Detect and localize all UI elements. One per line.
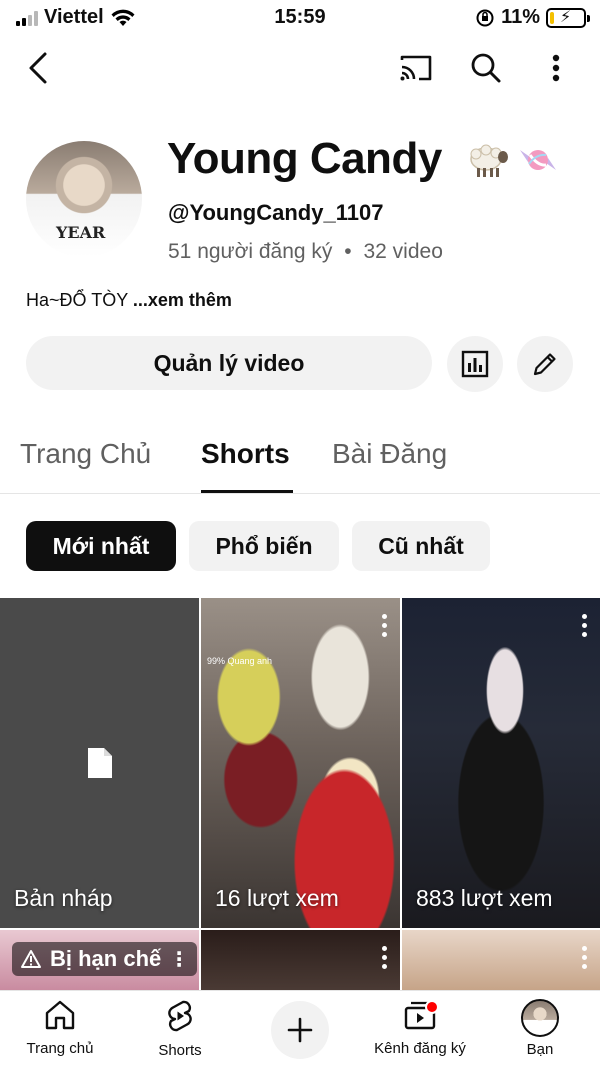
search-icon[interactable] bbox=[464, 46, 508, 90]
sheep-icon bbox=[470, 144, 508, 177]
short-views-label: 16 lượt xem bbox=[215, 885, 339, 911]
orientation-lock-icon bbox=[476, 9, 494, 26]
status-bar: Viettel 15:59 11% ⚡ bbox=[0, 0, 600, 36]
active-tab-indicator bbox=[201, 490, 293, 493]
short-tile-draft[interactable]: Bản nháp bbox=[0, 598, 199, 928]
avatar-shirt-text: YEAR bbox=[56, 223, 106, 242]
analytics-button[interactable] bbox=[447, 336, 503, 392]
description-text: Ha~ĐỔ TÒY bbox=[26, 290, 128, 310]
bottom-navigation: Trang chủ Shorts Kênh đăng ký Bạn bbox=[0, 990, 600, 1068]
nav-home-label: Trang chủ bbox=[26, 1040, 94, 1057]
short-tile[interactable]: 99% Quang anh 16 lượt xem bbox=[201, 598, 400, 928]
short-views-label: 883 lượt xem bbox=[416, 885, 553, 911]
nav-you-label: Bạn bbox=[526, 1041, 554, 1058]
nav-shorts[interactable]: Shorts bbox=[120, 999, 240, 1059]
channel-description[interactable]: Ha~ĐỔ TÒY ...xem thêm bbox=[26, 290, 232, 311]
channel-stats: 51 người đăng ký • 32 video bbox=[168, 240, 443, 264]
create-button[interactable] bbox=[271, 1001, 329, 1059]
stats-separator: • bbox=[344, 240, 352, 263]
short-menu-icon[interactable]: ⋮ bbox=[169, 947, 189, 972]
restricted-badge: Bị hạn chế ⋮ bbox=[12, 942, 198, 976]
short-tile[interactable] bbox=[402, 930, 600, 990]
nav-home[interactable]: Trang chủ bbox=[0, 999, 120, 1057]
bar-chart-icon bbox=[461, 350, 489, 378]
short-menu-icon[interactable] bbox=[382, 946, 388, 973]
tab-posts[interactable]: Bài Đăng bbox=[332, 438, 447, 470]
nav-subscriptions[interactable]: Kênh đăng ký bbox=[360, 999, 480, 1057]
channel-name: Young Candy bbox=[167, 134, 442, 183]
restricted-label: Bị hạn chế bbox=[50, 946, 162, 971]
subscriptions-icon bbox=[404, 1000, 439, 1030]
short-overlay-text: 99% Quang anh bbox=[207, 656, 273, 666]
create-icon bbox=[287, 1017, 313, 1043]
short-menu-icon[interactable] bbox=[582, 946, 588, 973]
chip-newest[interactable]: Mới nhất bbox=[26, 521, 176, 571]
notification-dot bbox=[425, 1000, 439, 1014]
short-tile[interactable]: 883 lượt xem bbox=[402, 598, 600, 928]
chip-oldest[interactable]: Cũ nhất bbox=[352, 521, 490, 571]
video-count: 32 video bbox=[363, 240, 443, 263]
edit-channel-button[interactable] bbox=[517, 336, 573, 392]
warning-icon bbox=[21, 950, 41, 968]
pencil-icon bbox=[533, 353, 556, 376]
short-tile-restricted[interactable]: Bị hạn chế ⋮ bbox=[0, 930, 199, 990]
subscriber-count: 51 người đăng ký bbox=[168, 240, 333, 263]
battery-percent: 11% bbox=[501, 6, 540, 28]
cast-icon[interactable] bbox=[394, 46, 438, 90]
candy-icon bbox=[520, 150, 556, 170]
short-menu-icon[interactable] bbox=[582, 614, 588, 641]
top-app-bar bbox=[0, 40, 600, 96]
home-icon bbox=[45, 1000, 75, 1030]
see-more-link[interactable]: ...xem thêm bbox=[133, 290, 232, 310]
channel-handle: @YoungCandy_1107 bbox=[168, 200, 384, 225]
nav-you[interactable]: Bạn bbox=[480, 999, 600, 1058]
tab-shorts[interactable]: Shorts bbox=[201, 438, 290, 470]
short-views-label: Bản nháp bbox=[14, 885, 113, 911]
manage-videos-button[interactable]: Quản lý video bbox=[26, 336, 432, 390]
battery-icon: ⚡ bbox=[546, 7, 590, 28]
channel-name-emoji bbox=[466, 140, 560, 180]
channel-avatar[interactable]: YEAR bbox=[26, 141, 142, 257]
document-icon bbox=[88, 748, 112, 778]
short-tile[interactable] bbox=[201, 930, 400, 990]
back-icon[interactable] bbox=[18, 46, 58, 90]
short-menu-icon[interactable] bbox=[382, 614, 388, 641]
chip-popular[interactable]: Phổ biến bbox=[189, 521, 339, 571]
avatar-icon bbox=[521, 999, 559, 1037]
nav-shorts-label: Shorts bbox=[158, 1042, 202, 1059]
tab-home[interactable]: Trang Chủ bbox=[20, 438, 151, 470]
more-vert-icon[interactable] bbox=[536, 46, 576, 90]
nav-subscriptions-label: Kênh đăng ký bbox=[374, 1040, 466, 1057]
shorts-icon bbox=[168, 1000, 192, 1032]
channel-tabs: Trang Chủ Shorts Bài Đăng bbox=[0, 436, 600, 494]
